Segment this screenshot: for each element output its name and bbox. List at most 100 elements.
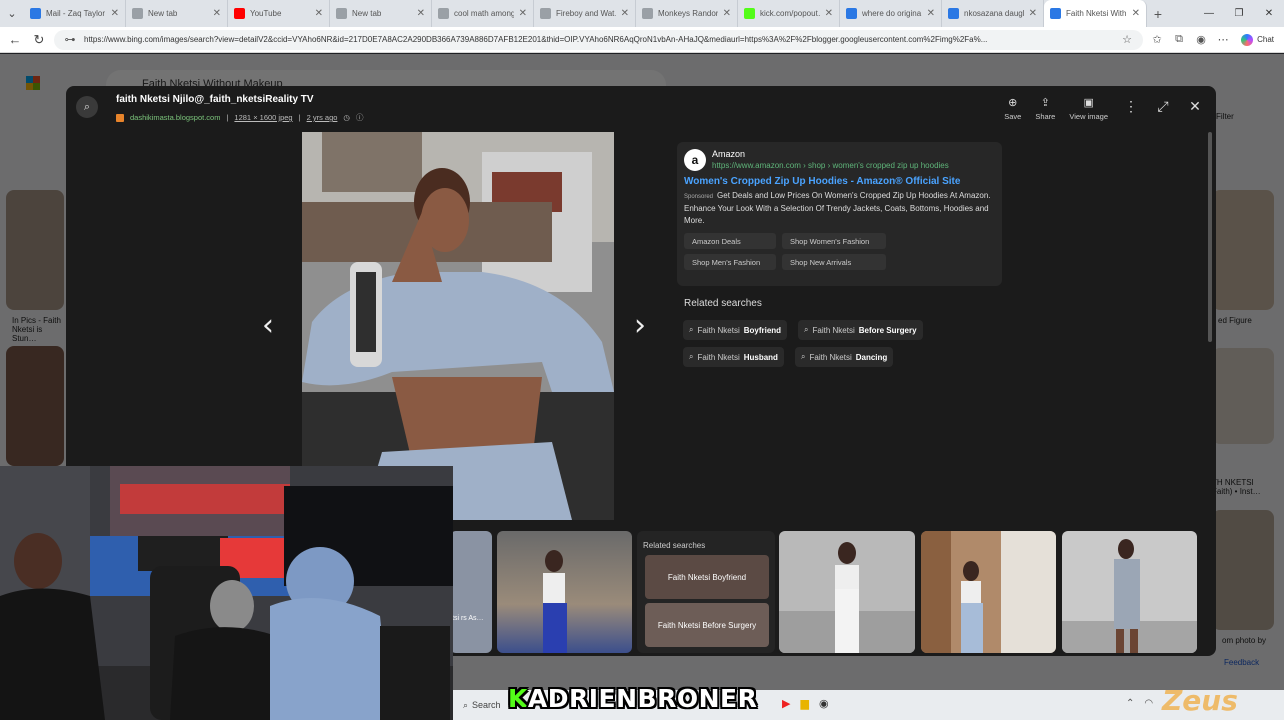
ad-sitelink[interactable]: Shop Men's Fashion	[684, 254, 776, 270]
search-icon: ⌕	[689, 352, 694, 361]
result-thumbnail[interactable]	[1212, 510, 1274, 630]
streamer-name: ADRIENBRONER	[527, 684, 758, 713]
tab-close-icon[interactable]: ✕	[927, 8, 935, 19]
tab-search-chevron-icon[interactable]: ⌄	[0, 0, 24, 27]
browser-tab[interactable]: nkosazana daugh… ✕	[942, 0, 1044, 27]
next-image-arrow-icon[interactable]: ›	[634, 308, 646, 343]
filter-button[interactable]: Filter	[1216, 112, 1234, 121]
new-tab-button[interactable]: +	[1147, 0, 1169, 27]
browser-tab[interactable]: YouTube ✕	[228, 0, 330, 27]
site-info-icon[interactable]: ⊶	[62, 33, 78, 46]
related-search-pill[interactable]: ⌕ Faith Nketsi Dancing	[795, 347, 894, 367]
tab-close-icon[interactable]: ✕	[825, 8, 833, 19]
obs-app-icon[interactable]: ◉	[819, 697, 829, 710]
tab-title: Faith Nketsi With…	[1066, 9, 1127, 18]
image-age[interactable]: 2 yrs ago	[307, 113, 338, 122]
image-title[interactable]: faith Nketsi Njilo@_faith_nketsiReality …	[116, 94, 314, 105]
filmstrip-image[interactable]	[921, 531, 1056, 653]
browser-tab[interactable]: Mail - Zaq Taylor ✕	[24, 0, 126, 27]
taskbar-search[interactable]: ⌕ Search	[459, 700, 505, 711]
tab-close-icon[interactable]: ✕	[417, 8, 425, 19]
more-options-icon[interactable]: ⋮	[1122, 98, 1140, 115]
tab-close-icon[interactable]: ✕	[111, 8, 119, 19]
tab-favicon-icon	[1050, 8, 1061, 19]
result-thumbnail[interactable]	[1212, 190, 1274, 310]
filmstrip-related-tile[interactable]: Faith Nketsi Boyfriend	[645, 555, 769, 599]
ad-url[interactable]: https://www.amazon.com › shop › women's …	[712, 161, 949, 170]
address-bar[interactable]: ⊶ https://www.bing.com/images/search?vie…	[54, 29, 1144, 50]
bookmark-star-icon[interactable]: ☆	[1119, 33, 1135, 46]
webcam-scene	[0, 466, 453, 720]
result-caption: om photo by	[1222, 636, 1267, 645]
wifi-icon[interactable]: ◠	[1144, 698, 1153, 709]
browser-tab[interactable]: Fireboy and Wat… ✕	[534, 0, 636, 27]
favorites-icon[interactable]: ✩	[1149, 33, 1165, 46]
source-link[interactable]: dashikimasta.blogspot.com	[130, 113, 220, 122]
save-button[interactable]: ⊕ Save	[1004, 96, 1021, 121]
pill-prefix: Faith Nketsi	[697, 352, 740, 362]
search-icon: ⌕	[463, 699, 469, 710]
image-meta: dashikimasta.blogspot.com | 1281 × 1600 …	[116, 112, 363, 123]
tab-title: cool math among	[454, 9, 514, 18]
browser-tab[interactable]: New tab ✕	[126, 0, 228, 27]
ad-title-link[interactable]: Women's Cropped Zip Up Hoodies - Amazon®…	[684, 176, 995, 187]
tab-close-icon[interactable]: ✕	[621, 8, 629, 19]
restore-icon[interactable]: ❐	[1224, 0, 1254, 27]
visual-search-icon[interactable]: ⌕	[76, 96, 98, 118]
tab-close-icon[interactable]: ✕	[723, 8, 731, 19]
tab-close-icon[interactable]: ✕	[315, 8, 323, 19]
filmstrip-image[interactable]	[779, 531, 915, 653]
ad-sitelink[interactable]: Shop Women's Fashion	[782, 233, 886, 249]
share-button[interactable]: ⇪ Share	[1035, 96, 1055, 121]
close-window-icon[interactable]: ✕	[1254, 0, 1284, 27]
back-icon[interactable]: ←	[6, 32, 24, 47]
ad-sitelink[interactable]: Shop New Arrivals	[782, 254, 886, 270]
previous-image-arrow-icon[interactable]: ‹	[262, 308, 274, 343]
view-image-button[interactable]: ▣ View image	[1069, 96, 1108, 121]
image-dimensions[interactable]: 1281 × 1600 jpeg	[234, 113, 292, 122]
collections-icon[interactable]: ⧉	[1171, 33, 1187, 46]
info-icon[interactable]: ⓘ	[356, 112, 364, 123]
tab-close-icon[interactable]: ✕	[1132, 8, 1140, 19]
main-image[interactable]	[302, 132, 614, 520]
profile-icon[interactable]: ◉	[1193, 33, 1209, 46]
filmstrip-image[interactable]	[1062, 531, 1197, 653]
tab-favicon-icon	[234, 8, 245, 19]
minimize-icon[interactable]: —	[1194, 0, 1224, 27]
fullscreen-icon[interactable]: ⤢	[1154, 98, 1172, 115]
tab-close-icon[interactable]: ✕	[1029, 8, 1037, 19]
browser-tab[interactable]: Monkeys Randon… ✕	[636, 0, 738, 27]
reload-icon[interactable]: ↻	[30, 32, 48, 48]
tab-title: New tab	[148, 9, 178, 18]
tab-close-icon[interactable]: ✕	[519, 8, 527, 19]
search-icon: ⌕	[804, 325, 809, 334]
filmstrip-image[interactable]: tsi rs As…	[450, 531, 492, 653]
tab-list: Mail - Zaq Taylor ✕ New tab ✕ YouTube ✕ New ta…	[24, 0, 1147, 27]
browser-tab[interactable]: Faith Nketsi With… ✕	[1044, 0, 1147, 27]
related-search-pill[interactable]: ⌕ Faith Nketsi Before Surgery	[798, 320, 923, 340]
browser-tab[interactable]: cool math among ✕	[432, 0, 534, 27]
related-search-pill[interactable]: ⌕ Faith Nketsi Husband	[683, 347, 784, 367]
browser-tab[interactable]: kick.com/popout… ✕	[738, 0, 840, 27]
filmstrip-image[interactable]	[497, 531, 632, 653]
browser-tab[interactable]: New tab ✕	[330, 0, 432, 27]
viewer-scrollbar[interactable]	[1208, 132, 1212, 342]
file-explorer-icon[interactable]: ▆	[800, 697, 808, 710]
tab-close-icon[interactable]: ✕	[213, 8, 221, 19]
history-icon: ◷	[343, 113, 350, 122]
youtube-app-icon[interactable]: ▶	[782, 697, 790, 710]
related-search-pill[interactable]: ⌕ Faith Nketsi Boyfriend	[683, 320, 788, 340]
result-thumbnail[interactable]	[6, 346, 64, 466]
tray-chevron-icon[interactable]: ⌃	[1126, 698, 1134, 709]
copilot-chat-button[interactable]: Chat	[1237, 33, 1278, 46]
browser-tab[interactable]: where do origina… ✕	[840, 0, 942, 27]
more-menu-icon[interactable]: ⋯	[1215, 33, 1231, 46]
result-thumbnail[interactable]	[6, 190, 64, 310]
result-thumbnail[interactable]	[1212, 348, 1274, 444]
close-viewer-icon[interactable]: ✕	[1186, 98, 1204, 115]
filmstrip-related-tile[interactable]: Faith Nketsi Before Surgery	[645, 603, 769, 647]
feedback-link[interactable]: Feedback	[1224, 658, 1259, 667]
ad-sitelink[interactable]: Amazon Deals	[684, 233, 776, 249]
viewer-actions: ⊕ Save ⇪ Share ▣ View image ⋮ ⤢ ✕	[1004, 96, 1204, 121]
tab-favicon-icon	[132, 8, 143, 19]
